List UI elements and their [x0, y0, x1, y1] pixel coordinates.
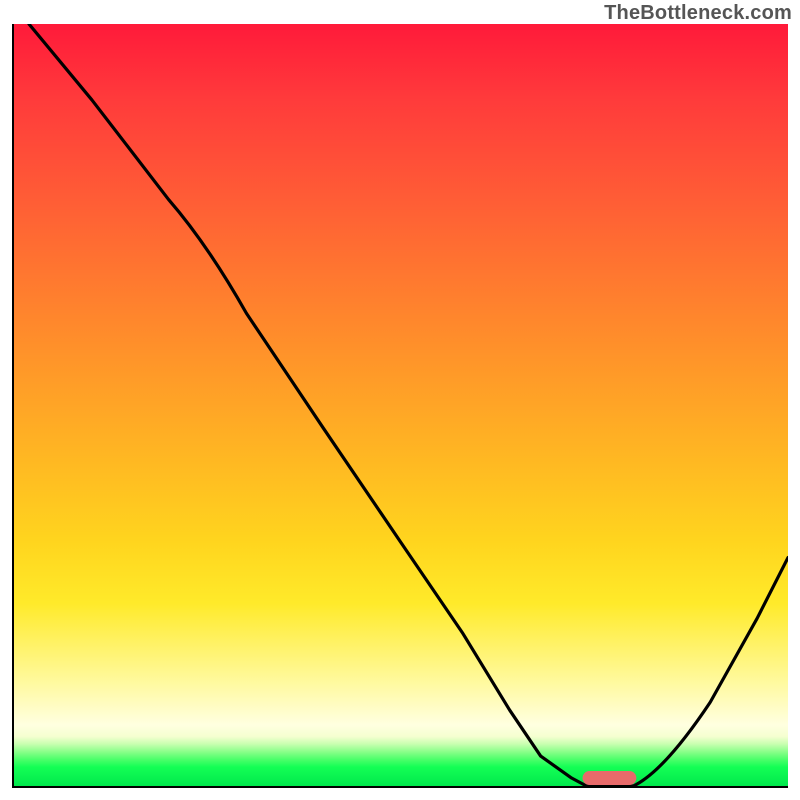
watermark-text: TheBottleneck.com	[604, 2, 792, 25]
curve-path	[29, 24, 788, 786]
plot-area	[12, 24, 788, 788]
chart-container: TheBottleneck.com	[0, 0, 800, 800]
optimal-marker	[583, 771, 637, 785]
chart-svg	[14, 24, 788, 786]
